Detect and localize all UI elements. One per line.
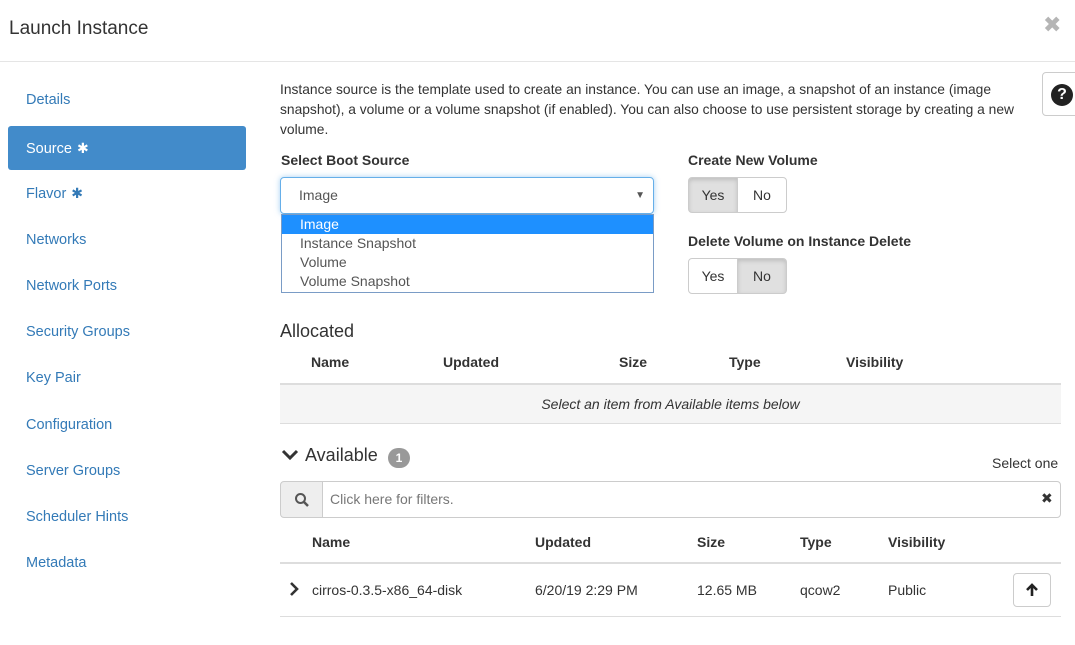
nav-item-label: Configuration xyxy=(26,417,113,433)
option-image[interactable]: Image xyxy=(282,215,653,234)
nav-item-server-groups[interactable]: Server Groups xyxy=(8,449,246,493)
nav-item-label: Server Groups xyxy=(26,463,121,479)
delete-volume-no-button[interactable]: No xyxy=(737,258,787,294)
nav-item-label: Source xyxy=(26,141,72,157)
filter-input[interactable]: Click here for filters. xyxy=(322,481,1061,518)
nav-item-network-ports[interactable]: Network Ports xyxy=(8,264,246,308)
row-size: 12.65 MB xyxy=(697,582,757,598)
available-col-size[interactable]: Size xyxy=(697,534,725,550)
create-volume-yes-button[interactable]: Yes xyxy=(688,177,738,213)
caret-down-icon: ▼ xyxy=(635,190,645,201)
nav-item-label: Details xyxy=(26,92,71,108)
nav-item-key-pair[interactable]: Key Pair xyxy=(8,356,246,400)
available-col-visibility[interactable]: Visibility xyxy=(888,534,945,550)
available-col-updated[interactable]: Updated xyxy=(535,534,591,550)
nav-item-label: Key Pair xyxy=(26,370,81,386)
nav-item-label: Flavor xyxy=(26,186,67,202)
allocated-col-updated[interactable]: Updated xyxy=(443,354,499,370)
boot-source-dropdown: Image Instance Snapshot Volume Volume Sn… xyxy=(281,214,654,293)
allocated-title: Allocated xyxy=(280,321,355,341)
delete-volume-yes-button[interactable]: Yes xyxy=(688,258,738,294)
allocated-col-visibility[interactable]: Visibility xyxy=(846,354,903,370)
allocated-col-type[interactable]: Type xyxy=(729,354,761,370)
row-name: cirros-0.3.5-x86_64-disk xyxy=(312,582,463,598)
row-updated: 6/20/19 2:29 PM xyxy=(535,582,638,598)
dialog-title: Launch Instance xyxy=(9,18,149,39)
arrow-up-icon xyxy=(1026,583,1038,596)
nav-item-networks[interactable]: Networks xyxy=(8,218,246,262)
nav-item-source[interactable]: Source ✱ xyxy=(8,126,246,170)
row-type: qcow2 xyxy=(800,582,841,598)
header-divider xyxy=(0,61,1075,62)
nav-item-configuration[interactable]: Configuration xyxy=(8,403,246,447)
nav-item-label: Metadata xyxy=(26,555,87,571)
select-one-hint: Select one xyxy=(992,455,1059,471)
available-count-badge: 1 xyxy=(388,448,410,468)
allocate-button[interactable] xyxy=(1013,573,1051,607)
boot-source-value: Image xyxy=(299,187,338,203)
required-icon: ✱ xyxy=(76,140,89,156)
nav-item-details[interactable]: Details xyxy=(8,78,246,122)
nav-item-label: Network Ports xyxy=(26,278,118,294)
delete-volume-label: Delete Volume on Instance Delete xyxy=(688,233,912,249)
available-col-name[interactable]: Name xyxy=(312,534,350,550)
create-volume-label: Create New Volume xyxy=(688,152,818,168)
allocated-empty-message: Select an item from Available items belo… xyxy=(280,385,1061,424)
option-instance-snapshot[interactable]: Instance Snapshot xyxy=(282,234,653,253)
source-description: Instance source is the template used to … xyxy=(280,82,1014,137)
nav-item-scheduler-hints[interactable]: Scheduler Hints xyxy=(8,495,246,539)
question-icon: ? xyxy=(1051,84,1073,106)
boot-source-label: Select Boot Source xyxy=(281,152,410,168)
available-title: Available xyxy=(305,445,378,465)
available-toggle[interactable] xyxy=(280,445,300,468)
nav-item-flavor[interactable]: Flavor ✱ xyxy=(8,171,246,215)
nav-item-security-groups[interactable]: Security Groups xyxy=(8,310,246,354)
nav-item-label: Security Groups xyxy=(26,324,130,340)
chevron-down-icon xyxy=(281,449,299,461)
expand-row-toggle[interactable] xyxy=(288,582,300,599)
search-icon xyxy=(295,493,309,507)
required-icon: ✱ xyxy=(71,185,84,201)
create-volume-toggle: Yes No xyxy=(688,177,787,213)
chevron-right-icon xyxy=(290,582,299,596)
available-header-divider xyxy=(280,562,1061,564)
create-volume-no-button[interactable]: No xyxy=(737,177,787,213)
row-visibility: Public xyxy=(888,582,927,598)
boot-source-select[interactable]: Image ▼ xyxy=(280,177,654,214)
allocated-col-size[interactable]: Size xyxy=(619,354,647,370)
nav-item-metadata[interactable]: Metadata xyxy=(8,541,246,585)
nav-item-label: Scheduler Hints xyxy=(26,509,129,525)
help-button[interactable]: ? xyxy=(1042,72,1075,116)
option-volume-snapshot[interactable]: Volume Snapshot xyxy=(282,272,653,291)
option-volume[interactable]: Volume xyxy=(282,253,653,272)
available-col-type[interactable]: Type xyxy=(800,534,832,550)
search-addon xyxy=(280,481,323,518)
close-icon[interactable]: ✖ xyxy=(1043,12,1061,38)
nav-item-label: Networks xyxy=(26,232,87,248)
allocated-col-name[interactable]: Name xyxy=(311,354,349,370)
clear-filter-icon[interactable]: ✖ xyxy=(1041,490,1053,507)
row-divider xyxy=(280,616,1061,617)
delete-volume-toggle: Yes No xyxy=(688,258,787,294)
